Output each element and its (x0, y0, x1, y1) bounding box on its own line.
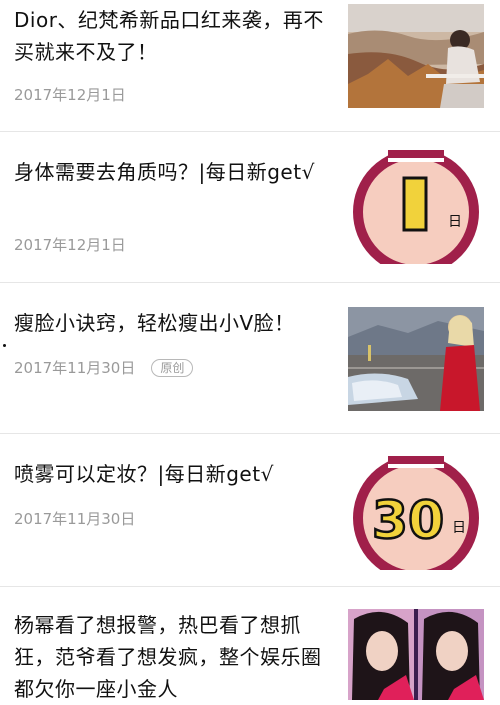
article-meta: 2017年11月30日 原创 (14, 357, 194, 378)
article-meta: 2017年12月1日 (14, 84, 126, 105)
day-badge-image: 日 (348, 148, 484, 264)
day-number-label: 30 (372, 491, 444, 551)
two-portraits-image (348, 609, 484, 700)
day-badge-image: 30 日 (348, 454, 484, 570)
article-title[interactable]: 身体需要去角质吗？|每日新get√ (14, 156, 332, 188)
article-title[interactable]: 杨幂看了想报警，热巴看了想抓狂，范爷看了想发疯，整个娱乐圈都欠你一座小金人 (14, 609, 332, 705)
article-thumbnail[interactable] (348, 307, 484, 411)
article-date: 2017年11月30日 (14, 510, 136, 528)
day-unit-label: 日 (452, 520, 466, 536)
woman-red-dress-car-image (348, 307, 484, 411)
list-item[interactable]: 杨幂看了想报警，热巴看了想抓狂，范爷看了想发疯，整个娱乐圈都欠你一座小金人 (0, 587, 500, 701)
article-title[interactable]: Dior、纪梵希新品口红来袭，再不买就来不及了！ (14, 4, 332, 68)
article-thumbnail[interactable] (348, 4, 484, 108)
stray-dot (3, 344, 6, 347)
original-tag: 原创 (151, 358, 194, 377)
article-date: 2017年11月30日 (14, 359, 136, 377)
article-feed: Dior、纪梵希新品口红来袭，再不买就来不及了！ 2017年12月1日 身体需要… (0, 0, 500, 701)
article-thumbnail[interactable]: 30 日 (348, 454, 484, 570)
list-item[interactable]: 身体需要去角质吗？|每日新get√ 2017年12月1日 日 (0, 132, 500, 283)
list-item[interactable]: 喷雾可以定妆？|每日新get√ 2017年11月30日 30 日 (0, 434, 500, 587)
article-title[interactable]: 喷雾可以定妆？|每日新get√ (14, 458, 332, 490)
article-meta: 2017年11月30日 (14, 508, 135, 529)
article-thumbnail[interactable] (348, 609, 484, 700)
list-item[interactable]: 瘦脸小诀窍，轻松瘦出小V脸！ 2017年11月30日 原创 (0, 283, 500, 434)
list-item[interactable]: Dior、纪梵希新品口红来袭，再不买就来不及了！ 2017年12月1日 (0, 0, 500, 132)
day-unit-label: 日 (448, 214, 462, 230)
woman-overlooking-city-image (348, 4, 484, 108)
article-date: 2017年12月1日 (14, 236, 126, 254)
article-title[interactable]: 瘦脸小诀窍，轻松瘦出小V脸！ (14, 307, 332, 339)
article-date: 2017年12月1日 (14, 86, 126, 104)
article-thumbnail[interactable]: 日 (348, 148, 484, 264)
article-meta: 2017年12月1日 (14, 234, 126, 255)
